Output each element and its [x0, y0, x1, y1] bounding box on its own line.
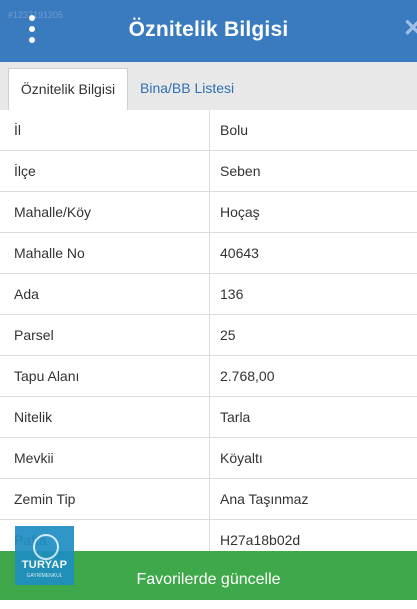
table-row: Mahalle/Köy Hoçaş	[0, 192, 417, 233]
row-key: Mahalle/Köy	[14, 204, 92, 220]
row-value: 40643	[220, 245, 259, 261]
tab-bar: Öznitelik Bilgisi Bina/BB Listesi	[0, 62, 417, 111]
tab-attribute-info[interactable]: Öznitelik Bilgisi	[8, 68, 128, 111]
row-value: H27a18b02d	[220, 532, 301, 548]
row-key: İl	[14, 122, 21, 138]
close-icon[interactable]: ✕	[403, 14, 417, 43]
row-value: Hoçaş	[220, 204, 260, 220]
table-row: Mevkii Köyaltı	[0, 438, 417, 479]
row-key: Nitelik	[14, 409, 53, 425]
row-value: 2.768,00	[220, 368, 275, 384]
row-value: Ana Taşınmaz	[220, 491, 309, 507]
row-value: Tarla	[220, 409, 251, 425]
row-value: 136	[220, 286, 244, 302]
row-value: 25	[220, 327, 236, 343]
row-key: Mahalle No	[14, 245, 85, 261]
row-value: Seben	[220, 163, 261, 179]
row-value: Bolu	[220, 122, 249, 138]
table-row: İlçe Seben	[0, 151, 417, 192]
table-row: Parsel 25	[0, 315, 417, 356]
header-bar: #1237191205 Öznitelik Bilgisi ✕	[0, 0, 417, 62]
row-key: Mevkii	[14, 450, 54, 466]
attribute-table: İl Bolu İlçe Seben Mahalle/Köy Hoçaş Mahall…	[0, 110, 417, 561]
table-row: Ada 136	[0, 274, 417, 315]
row-key: Zemin Tip	[14, 491, 76, 507]
table-row: İl Bolu	[0, 110, 417, 151]
turyap-logo: TURYAP GAYRİMENKUL	[15, 526, 74, 585]
table-row: Zemin Tip Ana Taşınmaz	[0, 479, 417, 520]
row-key: Tapu Alanı	[14, 368, 80, 384]
row-value: Köyaltı	[220, 450, 263, 466]
table-row: Mahalle No 40643	[0, 233, 417, 274]
row-key: İlçe	[14, 163, 36, 179]
logo-name: TURYAP	[21, 559, 68, 571]
row-key: Ada	[14, 286, 39, 302]
row-key: Parsel	[14, 327, 54, 343]
table-row: Nitelik Tarla	[0, 397, 417, 438]
table-row: Tapu Alanı 2.768,00	[0, 356, 417, 397]
logo-subtitle: GAYRİMENKUL	[26, 573, 63, 579]
page-title: Öznitelik Bilgisi	[128, 18, 289, 41]
tab-building-list[interactable]: Bina/BB Listesi	[140, 68, 234, 110]
handshake-icon	[33, 534, 59, 560]
